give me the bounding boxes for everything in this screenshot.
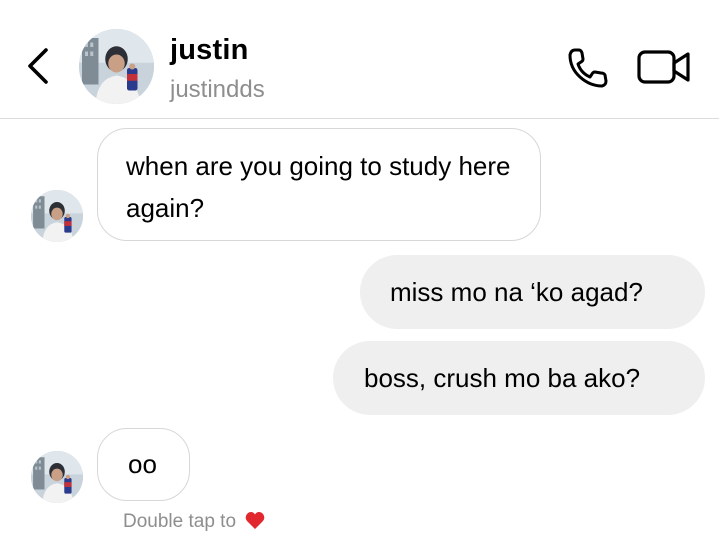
chat-header: justin justindds [0, 0, 719, 119]
double-tap-hint-text: Double tap to [123, 511, 237, 532]
heart-icon [246, 512, 265, 529]
contact-name[interactable]: justin [170, 34, 249, 67]
contact-avatar[interactable] [79, 29, 154, 104]
incoming-message[interactable]: oo [97, 428, 190, 501]
video-call-button[interactable] [636, 47, 692, 87]
sender-avatar[interactable] [31, 190, 83, 242]
back-button[interactable] [22, 46, 56, 86]
voice-call-button[interactable] [566, 46, 610, 90]
incoming-message[interactable]: when are you going to study here again? [97, 128, 541, 241]
outgoing-message[interactable]: boss, crush mo ba ako? [333, 341, 705, 415]
video-camera-icon [637, 50, 690, 84]
chevron-left-icon [28, 48, 48, 84]
outgoing-message[interactable]: miss mo na ‘ko agad? [360, 255, 705, 329]
contact-username[interactable]: justindds [170, 76, 265, 104]
sender-avatar[interactable] [31, 451, 83, 503]
double-tap-hint: Double tap to [123, 511, 265, 533]
phone-icon [568, 48, 608, 88]
